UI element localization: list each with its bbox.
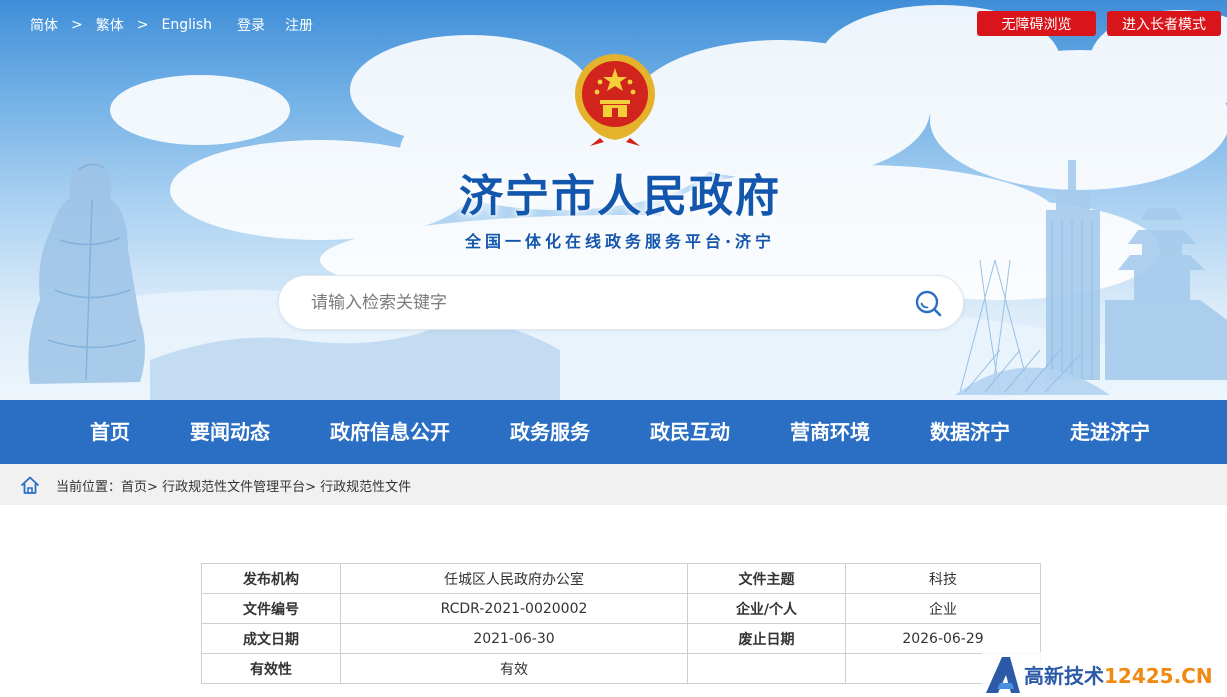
table-key-cell: 废止日期: [687, 623, 846, 654]
nav-item-about[interactable]: 走进济宁: [1070, 400, 1150, 464]
breadcrumb-trail: 当前位置：首页> 行政规范性文件管理平台> 行政规范性文件: [56, 476, 411, 495]
lang-separator: >: [71, 17, 83, 33]
search-box: [278, 275, 964, 330]
language-bar: 简体 > 繁体 > English 登录 注册: [30, 15, 313, 35]
lang-separator: >: [136, 17, 149, 33]
nav-item-gov-info[interactable]: 政府信息公开: [330, 400, 450, 464]
table-value-cell: 任城区人民政府办公室: [340, 563, 688, 594]
table-value-cell: 2021-06-30: [340, 623, 688, 654]
elder-mode-button[interactable]: 进入长者模式: [1107, 11, 1221, 36]
table-key-cell: 成文日期: [201, 623, 341, 654]
search-input[interactable]: [311, 276, 891, 329]
accessible-browse-button[interactable]: 无障碍浏览: [977, 11, 1096, 36]
site-subtitle: 全国一体化在线政务服务平台·济宁: [464, 232, 776, 251]
breadcrumb-item-platform[interactable]: 行政规范性文件管理平台: [162, 480, 305, 495]
table-row: 成文日期 2021-06-30 废止日期 2026-06-29: [201, 623, 1041, 654]
national-emblem-icon: [575, 54, 655, 146]
breadcrumb-item-home[interactable]: 首页: [121, 480, 147, 495]
table-value-cell: 2026-06-29: [845, 623, 1041, 654]
table-value-cell: 科技: [845, 563, 1041, 594]
login-link[interactable]: 登录: [237, 15, 265, 35]
watermark-text: 高新技术12425.CN: [1024, 660, 1213, 689]
table-row: 发布机构 任城区人民政府办公室 文件主题 科技: [201, 563, 1041, 594]
home-icon: [21, 476, 39, 494]
table-key-cell: 发布机构: [201, 563, 341, 594]
breadcrumb-separator: >: [305, 480, 316, 495]
nav-item-interaction[interactable]: 政民互动: [650, 400, 730, 464]
table-key-cell: 文件主题: [687, 563, 846, 594]
table-row: 有效性 有效: [201, 653, 1041, 684]
breadcrumb-item-documents[interactable]: 行政规范性文件: [320, 480, 411, 495]
table-row: 文件编号 RCDR-2021-0020002 企业/个人 企业: [201, 593, 1041, 624]
table-key-cell: 文件编号: [201, 593, 341, 624]
site-title: 济宁市人民政府: [459, 171, 781, 222]
lang-english-link[interactable]: English: [161, 17, 212, 33]
nav-item-home[interactable]: 首页: [90, 400, 130, 464]
register-link[interactable]: 注册: [285, 15, 313, 35]
nav-item-data[interactable]: 数据济宁: [930, 400, 1010, 464]
table-value-cell: 有效: [340, 653, 688, 684]
breadcrumb-separator: >: [147, 480, 158, 495]
nav-item-business[interactable]: 营商环境: [790, 400, 870, 464]
breadcrumb: 当前位置：首页> 行政规范性文件管理平台> 行政规范性文件: [0, 464, 1227, 505]
page: 简体 > 繁体 > English 登录 注册 无障碍浏览 进入长者模式 济宁市…: [0, 0, 1227, 697]
search-icon[interactable]: [913, 288, 943, 318]
watermark-name: 高新技术: [1024, 664, 1104, 688]
table-key-cell: 企业/个人: [687, 593, 846, 624]
document-info-table: 发布机构 任城区人民政府办公室 文件主题 科技 文件编号 RCDR-2021-0…: [201, 563, 1041, 684]
watermark-logo-icon: [986, 657, 1020, 693]
header-banner: 简体 > 繁体 > English 登录 注册 无障碍浏览 进入长者模式 济宁市…: [0, 0, 1227, 400]
table-key-cell: 有效性: [201, 653, 341, 684]
watermark-domain: 12425.CN: [1104, 664, 1213, 688]
lang-traditional-link[interactable]: 繁体: [96, 15, 124, 35]
breadcrumb-prefix: 当前位置：: [56, 480, 122, 495]
lang-simplified-link[interactable]: 简体: [30, 15, 58, 35]
watermark: 高新技术12425.CN: [982, 652, 1227, 697]
main-nav: 首页 要闻动态 政府信息公开 政务服务 政民互动 营商环境 数据济宁 走进济宁: [0, 400, 1227, 464]
nav-item-news[interactable]: 要闻动态: [190, 400, 270, 464]
table-value-cell: 企业: [845, 593, 1041, 624]
table-key-cell: [687, 653, 846, 684]
table-value-cell: RCDR-2021-0020002: [340, 593, 688, 624]
nav-item-gov-services[interactable]: 政务服务: [510, 400, 590, 464]
